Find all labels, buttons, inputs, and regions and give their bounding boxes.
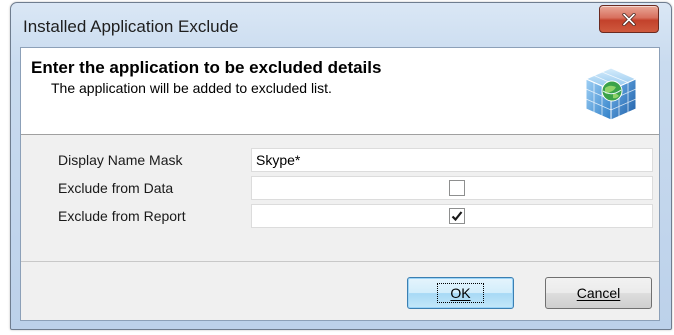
dialog-client-area: Enter the application to be excluded det… (20, 47, 660, 321)
exclude-from-report-row: Exclude from Report (21, 204, 659, 230)
exclude-from-report-label: Exclude from Report (58, 208, 186, 224)
installed-application-exclude-dialog: Installed Application Exclude Enter the … (10, 2, 672, 330)
exclude-from-report-checkbox[interactable] (449, 208, 465, 224)
display-name-mask-value: Skype* (256, 152, 301, 168)
exclude-from-data-checkbox[interactable] (449, 180, 465, 196)
exclude-from-data-label: Exclude from Data (58, 180, 174, 196)
exclude-from-data-row: Exclude from Data (21, 176, 659, 202)
display-name-mask-label: Display Name Mask (58, 152, 183, 168)
title-bar[interactable]: Installed Application Exclude (11, 3, 671, 47)
ok-button-label: OK (450, 285, 471, 301)
ok-button[interactable]: OK (407, 277, 514, 309)
window-title: Installed Application Exclude (23, 17, 239, 36)
header-subtitle: The application will be added to exclude… (51, 80, 332, 96)
close-icon (622, 13, 636, 26)
checkmark-icon (451, 211, 463, 222)
dialog-header-panel: Enter the application to be excluded det… (21, 48, 659, 135)
globe-grid-icon (583, 66, 639, 122)
cancel-button-label: Cancel (576, 285, 621, 301)
header-title: Enter the application to be excluded det… (31, 58, 382, 77)
ok-focus-rect: OK (437, 283, 484, 303)
exclude-from-data-cell (251, 176, 653, 200)
exclude-from-report-cell (251, 204, 653, 228)
footer-separator (21, 261, 659, 262)
cancel-button[interactable]: Cancel (545, 277, 652, 309)
display-name-mask-row: Display Name Mask Skype* (21, 148, 659, 174)
close-button[interactable] (599, 5, 659, 33)
display-name-mask-input[interactable]: Skype* (251, 148, 653, 172)
